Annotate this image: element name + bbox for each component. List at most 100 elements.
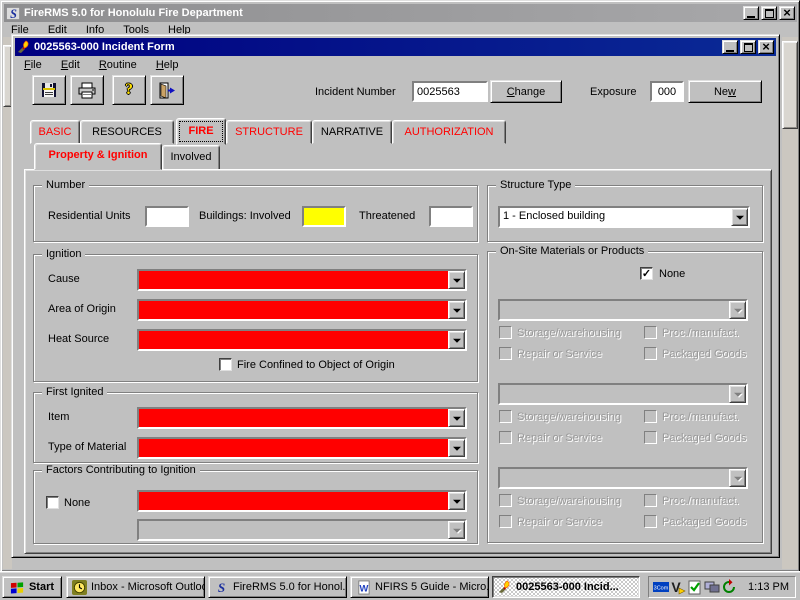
app-maximize-button[interactable] — [761, 6, 777, 20]
form-menu-help[interactable]: Help — [148, 57, 187, 73]
taskbar-button-incident-form[interactable]: 0025563-000 Incid... — [492, 576, 640, 598]
svg-text:S: S — [218, 580, 225, 595]
tab-fire[interactable]: FIRE — [176, 118, 226, 145]
tab-authorization[interactable]: AUTHORIZATION — [392, 120, 506, 144]
dropdown-button[interactable] — [731, 208, 748, 226]
form-menu-edit[interactable]: Edit — [53, 57, 88, 73]
network-icon[interactable] — [704, 579, 720, 595]
tab-narrative[interactable]: NARRATIVE — [312, 120, 392, 144]
taskbar-button-firerms[interactable]: S FireRMS 5.0 for Honol... — [208, 576, 347, 598]
dropdown-button[interactable] — [448, 271, 465, 289]
app-menu-help[interactable]: Help — [160, 22, 199, 34]
tab-basic[interactable]: BASIC — [30, 120, 80, 144]
chevron-down-icon — [453, 500, 461, 504]
factor1-dropdown[interactable] — [137, 490, 467, 512]
dropdown-button — [729, 301, 746, 319]
dropdown-button[interactable] — [448, 439, 465, 457]
packaged-checkbox-2 — [644, 431, 657, 444]
factors-group-title: Factors Contributing to Ignition — [42, 464, 200, 476]
start-button[interactable]: Start — [2, 576, 62, 598]
proc-checkbox-2 — [644, 410, 657, 423]
form-menu-file[interactable]: File — [16, 57, 50, 73]
help-button[interactable]: ? — [112, 75, 146, 105]
svg-text:3Com: 3Com — [654, 586, 669, 592]
repair-label: Repair or Service — [517, 432, 602, 444]
repair-checkbox-1 — [499, 347, 512, 360]
chevron-down-icon — [734, 477, 742, 481]
flame-icon — [498, 580, 512, 594]
fire-confined-label: Fire Confined to Object of Origin — [237, 359, 395, 371]
sync-icon[interactable] — [721, 579, 737, 595]
buildings-involved-field[interactable] — [302, 206, 346, 227]
app-menu-file[interactable]: File — [3, 22, 37, 34]
taskbar-clock: 1:13 PM — [748, 581, 791, 593]
dropdown-button[interactable] — [448, 331, 465, 349]
exit-button[interactable] — [150, 75, 184, 105]
scan-icon[interactable] — [687, 579, 703, 595]
area-of-origin-dropdown[interactable] — [137, 299, 467, 321]
proc-label: Proc./manufact. — [662, 327, 739, 339]
mdi-vertical-scrollbar-right[interactable] — [782, 37, 798, 569]
factors-group: Factors Contributing to Ignition None — [33, 470, 478, 544]
dropdown-button[interactable] — [448, 301, 465, 319]
new-button[interactable]: New — [688, 80, 762, 103]
app-menu-tools[interactable]: Tools — [115, 22, 157, 34]
dropdown-button[interactable] — [448, 409, 465, 427]
subtab-property-ignition[interactable]: Property & Ignition — [34, 143, 162, 170]
incident-number-field[interactable] — [412, 81, 488, 102]
form-minimize-button[interactable] — [722, 40, 738, 54]
print-button[interactable] — [70, 75, 104, 105]
factors-none-checkbox[interactable] — [46, 496, 59, 509]
item-dropdown[interactable] — [137, 407, 467, 429]
outlook-icon — [72, 580, 87, 595]
number-group-title: Number — [42, 179, 89, 191]
type-of-material-dropdown[interactable] — [137, 437, 467, 459]
help-icon: ? — [125, 82, 133, 98]
change-button[interactable]: Change — [490, 80, 562, 103]
onsite-none-checkbox[interactable]: ✓ — [640, 267, 653, 280]
first-ignited-group: First Ignited Item Type of Material — [33, 392, 478, 463]
onsite-materials-group-title: On-Site Materials or Products — [496, 245, 648, 257]
packaged-label: Packaged Goods — [662, 348, 746, 360]
exposure-label: Exposure — [590, 86, 636, 98]
proc-checkbox-1 — [644, 326, 657, 339]
dropdown-button[interactable] — [448, 492, 465, 510]
form-menu-routine[interactable]: Routine — [91, 57, 145, 73]
app-menu-edit[interactable]: Edit — [40, 22, 75, 34]
heat-source-dropdown[interactable] — [137, 329, 467, 351]
tab-resources[interactable]: RESOURCES — [80, 120, 174, 144]
save-icon — [40, 81, 58, 99]
svg-text:S: S — [10, 7, 17, 21]
exposure-field[interactable] — [650, 81, 684, 102]
heat-source-label: Heat Source — [48, 333, 109, 345]
tab-structure[interactable]: STRUCTURE — [226, 120, 312, 144]
cause-dropdown[interactable] — [137, 269, 467, 291]
structure-type-group-title: Structure Type — [496, 179, 575, 191]
firerms-app-icon: S — [6, 6, 21, 21]
save-button[interactable] — [32, 75, 66, 105]
taskbar-button-outlook[interactable]: Inbox - Microsoft Outlook — [66, 576, 205, 598]
fire-confined-checkbox[interactable] — [219, 358, 232, 371]
taskbar: Start Inbox - Microsoft Outlook S FireRM… — [0, 572, 800, 600]
threatened-field[interactable] — [429, 206, 473, 227]
fire-property-panel: Number Residential Units Buildings: Invo… — [24, 169, 772, 554]
repair-label: Repair or Service — [517, 516, 602, 528]
form-maximize-button[interactable] — [740, 40, 756, 54]
structure-type-dropdown[interactable]: 1 - Enclosed building — [498, 206, 750, 228]
chevron-down-icon — [734, 309, 742, 313]
onsite-material-dropdown-2 — [498, 383, 748, 405]
taskbar-button-word[interactable]: W NFIRS 5 Guide - Micro... — [350, 576, 489, 598]
scrollbar-thumb[interactable] — [782, 41, 798, 129]
minimize-icon — [726, 50, 734, 52]
form-close-button[interactable] — [758, 40, 774, 54]
proc-checkbox-3 — [644, 494, 657, 507]
subtab-involved[interactable]: Involved — [162, 145, 220, 170]
residential-units-field[interactable] — [145, 206, 189, 227]
app-minimize-button[interactable] — [743, 6, 759, 20]
3com-icon[interactable]: 3Com — [653, 579, 669, 595]
packaged-label: Packaged Goods — [662, 516, 746, 528]
close-icon — [762, 41, 770, 54]
app-menu-info[interactable]: Info — [78, 22, 112, 34]
vshield-icon[interactable]: V — [670, 579, 686, 595]
app-close-button[interactable] — [779, 6, 795, 20]
